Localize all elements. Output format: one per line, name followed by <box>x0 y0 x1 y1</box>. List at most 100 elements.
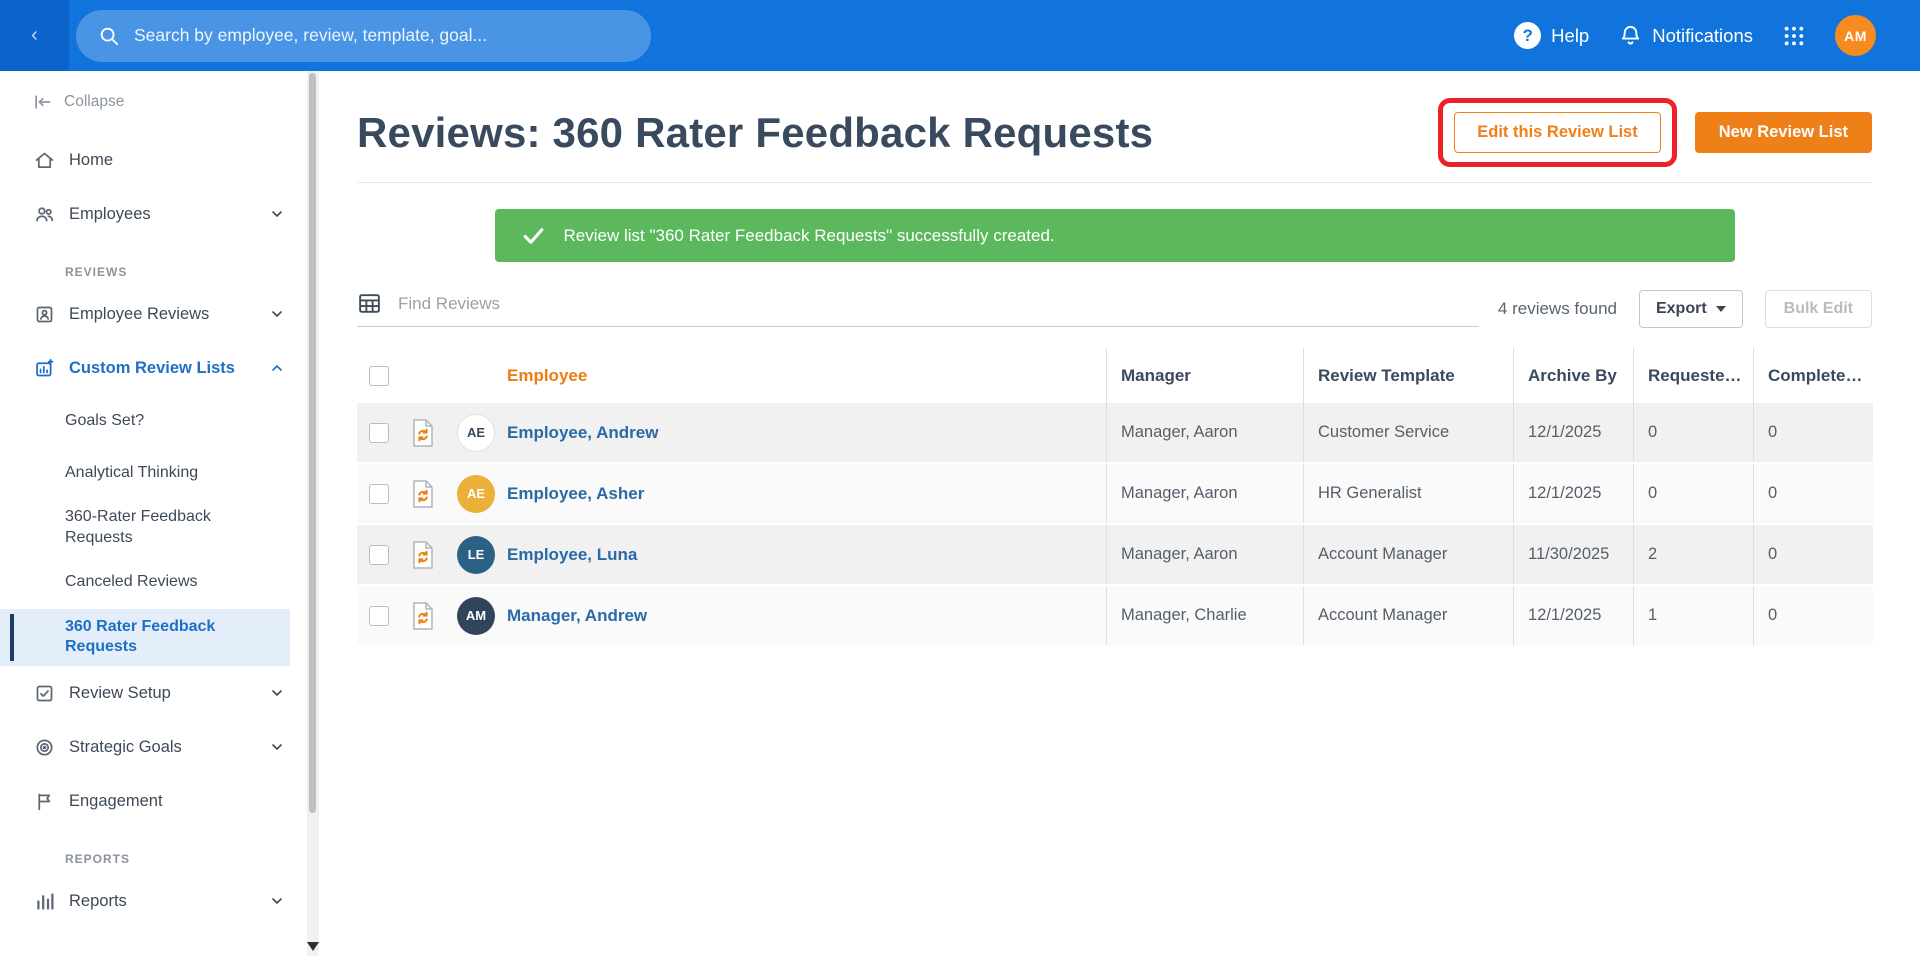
sidebar-item-label: Employees <box>69 204 151 223</box>
row-checkbox[interactable] <box>369 605 389 626</box>
custom-review-lists-icon <box>36 358 54 376</box>
column-header-manager[interactable]: Manager <box>1106 348 1303 403</box>
nav-back-button[interactable]: ‹ <box>0 0 69 71</box>
engagement-icon <box>38 793 51 810</box>
caret-down-icon <box>1715 306 1726 312</box>
global-search[interactable] <box>76 9 651 62</box>
user-avatar[interactable]: AM <box>1835 15 1876 56</box>
page-header-actions: Edit this Review List New Review List <box>1438 98 1872 167</box>
template-cell: Account Manager <box>1303 525 1513 584</box>
sidebar-item-employees[interactable]: Employees <box>0 187 307 241</box>
sidebar-subitem-analytical-thinking[interactable]: Analytical Thinking <box>0 447 307 499</box>
topbar-actions: ? Help Notifications AM <box>1514 15 1920 56</box>
column-header-completed[interactable]: Complete… <box>1753 348 1873 403</box>
requested-cell: 2 <box>1633 525 1753 584</box>
select-all-checkbox[interactable] <box>369 365 389 386</box>
completed-cell: 0 <box>1753 525 1873 584</box>
sidebar-item-label: Reports <box>69 891 127 910</box>
review-document-refresh-icon[interactable] <box>411 601 435 630</box>
sidebar-item-label: Custom Review Lists <box>69 358 235 377</box>
completed-cell: 0 <box>1753 403 1873 462</box>
export-button[interactable]: Export <box>1638 290 1743 328</box>
bell-icon <box>1622 25 1640 45</box>
sidebar-collapse-button[interactable]: Collapse <box>0 71 307 133</box>
employee-link[interactable]: Employee, Asher <box>507 484 644 504</box>
requested-cell: 0 <box>1633 464 1753 523</box>
manager-cell: Manager, Aaron <box>1106 464 1303 523</box>
chevron-down-icon <box>269 685 285 701</box>
sidebar-item-label: Engagement <box>69 791 163 810</box>
sidebar-item-home[interactable]: Home <box>0 133 307 187</box>
sidebar-item-review-setup[interactable]: Review Setup <box>0 666 307 720</box>
sidebar-subitem-360-rater-feedback-requests-selected[interactable]: 360 Rater Feedback Requests <box>0 608 290 667</box>
notifications-label: Notifications <box>1652 24 1753 46</box>
avatar: AE <box>457 474 495 513</box>
sidebar-item-custom-review-lists[interactable]: Custom Review Lists <box>0 341 307 395</box>
sidebar: Collapse Home Employees REVIEWS Employee… <box>0 71 307 956</box>
row-checkbox[interactable] <box>369 483 389 504</box>
chevron-down-icon <box>269 206 285 222</box>
sidebar-item-reports[interactable]: Reports <box>0 874 307 928</box>
new-review-list-button[interactable]: New Review List <box>1694 112 1872 153</box>
chevron-up-icon <box>269 360 285 376</box>
success-banner: Review list "360 Rater Feedback Requests… <box>494 209 1735 262</box>
sidebar-subitem-360-rater-feedback-requests[interactable]: 360-Rater Feedback Requests <box>0 499 307 557</box>
column-header-archive-by[interactable]: Archive By <box>1513 348 1633 403</box>
row-checkbox[interactable] <box>369 544 389 565</box>
review-document-refresh-icon[interactable] <box>411 540 435 569</box>
reviews-table: Employee Manager Review Template Archive… <box>357 348 1873 647</box>
completed-cell: 0 <box>1753 464 1873 523</box>
table-row: AM Manager, Andrew Manager, Charlie Acco… <box>357 586 1873 647</box>
column-header-requested[interactable]: Requeste… <box>1633 348 1753 403</box>
reviews-count: 4 reviews found <box>1497 299 1617 318</box>
row-checkbox[interactable] <box>369 422 389 443</box>
help-label: Help <box>1551 24 1590 46</box>
back-arrow-icon: ‹ <box>31 24 38 46</box>
table-row: LE Employee, Luna Manager, Aaron Account… <box>357 525 1873 586</box>
sidebar-item-strategic-goals[interactable]: Strategic Goals <box>0 720 307 774</box>
table-toolbar: 4 reviews found Export Bulk Edit <box>357 290 1872 328</box>
main-content: Reviews: 360 Rater Feedback Requests Edi… <box>319 0 1920 956</box>
review-setup-icon <box>36 685 53 702</box>
review-document-refresh-icon[interactable] <box>411 479 435 508</box>
sidebar-subitem-goals-set[interactable]: Goals Set? <box>0 395 307 447</box>
avatar: AM <box>457 596 495 635</box>
help-icon: ? <box>1514 22 1542 49</box>
employee-link[interactable]: Employee, Andrew <box>507 423 658 443</box>
find-reviews-input[interactable] <box>398 293 1479 314</box>
column-header-review-template[interactable]: Review Template <box>1303 348 1513 403</box>
employee-link[interactable]: Employee, Luna <box>507 545 637 565</box>
sidebar-item-engagement[interactable]: Engagement <box>0 774 307 828</box>
help-button[interactable]: ? Help <box>1514 22 1589 49</box>
scrollbar-thumb[interactable] <box>309 73 316 813</box>
template-cell: Account Manager <box>1303 586 1513 645</box>
employee-link[interactable]: Manager, Andrew <box>507 606 647 626</box>
sidebar-subitem-canceled-reviews[interactable]: Canceled Reviews <box>0 557 307 609</box>
template-cell: Customer Service <box>1303 403 1513 462</box>
column-header-employee[interactable]: Employee <box>507 348 1106 403</box>
chevron-down-icon <box>269 893 285 909</box>
bulk-edit-button[interactable]: Bulk Edit <box>1764 290 1872 328</box>
sidebar-item-label: Home <box>69 150 114 169</box>
chevron-down-icon <box>269 739 285 755</box>
reports-icon <box>37 893 54 910</box>
page-title: Reviews: 360 Rater Feedback Requests <box>357 108 1154 156</box>
table-row: AE Employee, Asher Manager, Aaron HR Gen… <box>357 464 1873 525</box>
archive-by-cell: 11/30/2025 <box>1513 525 1633 584</box>
notifications-button[interactable]: Notifications <box>1619 24 1753 47</box>
find-reviews[interactable] <box>357 291 1479 327</box>
apps-grid-button[interactable] <box>1783 25 1805 47</box>
review-document-refresh-icon[interactable] <box>411 418 435 447</box>
sidebar-item-employee-reviews[interactable]: Employee Reviews <box>0 287 307 341</box>
scrollbar-down-arrow[interactable] <box>307 942 319 951</box>
search-icon <box>100 27 119 45</box>
search-input[interactable] <box>134 25 629 46</box>
archive-by-cell: 12/1/2025 <box>1513 403 1633 462</box>
page-header: Reviews: 360 Rater Feedback Requests Edi… <box>357 71 1872 183</box>
sidebar-section-reports: REPORTS <box>65 852 131 867</box>
edit-review-list-button[interactable]: Edit this Review List <box>1454 112 1661 153</box>
sidebar-scrollbar[interactable] <box>307 71 319 956</box>
annotation-highlight: Edit this Review List <box>1438 98 1677 167</box>
avatar: AE <box>457 413 495 452</box>
table-row: AE Employee, Andrew Manager, Aaron Custo… <box>357 403 1873 464</box>
